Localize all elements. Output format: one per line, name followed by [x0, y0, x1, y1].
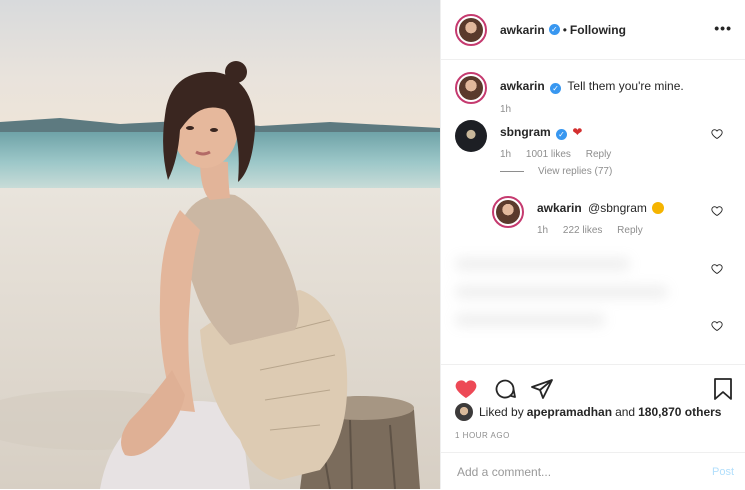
verified-badge-icon: ✓ — [556, 129, 568, 140]
caption-username[interactable]: awkarin — [500, 79, 545, 93]
heart-icon[interactable] — [454, 377, 478, 401]
separator-dot: • — [562, 22, 567, 37]
reply-likes[interactable]: 222 likes — [563, 225, 602, 236]
comment-age: 1h — [500, 149, 512, 160]
comment-avatar[interactable] — [455, 120, 487, 152]
following-button[interactable]: Following — [570, 23, 626, 37]
liked-by-middle: and — [615, 405, 636, 419]
author-username[interactable]: awkarin — [500, 23, 545, 37]
comment-like-heart-icon[interactable] — [711, 320, 723, 332]
beach-photo — [0, 0, 440, 489]
reply-meta: 1h 222 likes Reply — [537, 225, 655, 236]
comment-icon[interactable] — [493, 377, 517, 401]
add-comment-bar: Post — [441, 452, 745, 490]
reply-reply-button[interactable]: Reply — [617, 225, 643, 236]
author-avatar[interactable] — [455, 13, 487, 46]
caption-avatar[interactable] — [455, 72, 487, 104]
comment-item: sbngram ✓ ❤ — [455, 120, 582, 152]
post-modal: awkarin ✓ • Following ••• awkarin ✓ Tell… — [0, 0, 745, 489]
post-header: awkarin ✓ • Following ••• — [441, 0, 745, 60]
comment-like-heart-icon[interactable] — [711, 263, 723, 275]
comment-likes[interactable]: 1001 likes — [526, 149, 571, 160]
verified-badge-icon: ✓ — [550, 83, 562, 94]
comment-reply-button[interactable]: Reply — [586, 149, 612, 160]
view-replies-button[interactable]: View replies (77) — [500, 166, 612, 177]
caption: awkarin ✓ Tell them you're mine. — [455, 72, 684, 104]
action-bar — [441, 364, 745, 400]
share-icon[interactable] — [530, 377, 554, 401]
liker-avatar[interactable] — [455, 403, 473, 421]
smiling-face-emoji-icon — [652, 202, 665, 214]
reply-username[interactable]: awkarin — [537, 201, 582, 215]
reply-avatar[interactable] — [492, 196, 524, 228]
caption-age: 1h — [500, 104, 512, 115]
post-timestamp[interactable]: 1 HOUR AGO — [455, 431, 510, 440]
replies-divider — [500, 171, 524, 172]
comment-username[interactable]: sbngram — [500, 125, 551, 139]
post-side-panel: awkarin ✓ • Following ••• awkarin ✓ Tell… — [440, 0, 745, 489]
comment-input[interactable] — [455, 463, 689, 480]
red-heart-emoji-icon: ❤ — [572, 125, 583, 139]
reply-mention[interactable]: @sbngram — [588, 201, 647, 215]
reply-like-heart-icon[interactable] — [711, 205, 723, 217]
post-comment-button[interactable]: Post — [712, 466, 734, 478]
save-icon[interactable] — [712, 377, 734, 401]
post-photo[interactable] — [0, 0, 440, 489]
liked-by: Liked by apepramadhan and 180,870 others — [455, 403, 721, 421]
blurred-comments — [455, 248, 705, 348]
liked-by-prefix: Liked by — [479, 405, 524, 419]
caption-meta: 1h — [500, 104, 523, 115]
reply-item: awkarin @sbngram — [492, 196, 665, 228]
verified-badge-icon: ✓ — [548, 24, 560, 35]
caption-text: Tell them you're mine. — [567, 79, 684, 93]
comment-like-heart-icon[interactable] — [711, 128, 723, 140]
likes-count[interactable]: 180,870 others — [638, 405, 721, 419]
more-options-icon[interactable]: ••• — [714, 20, 732, 36]
comment-meta: 1h 1001 likes Reply — [500, 149, 623, 160]
liker-username[interactable]: apepramadhan — [527, 405, 612, 419]
reply-age: 1h — [537, 225, 549, 236]
view-replies-label[interactable]: View replies (77) — [538, 166, 612, 177]
